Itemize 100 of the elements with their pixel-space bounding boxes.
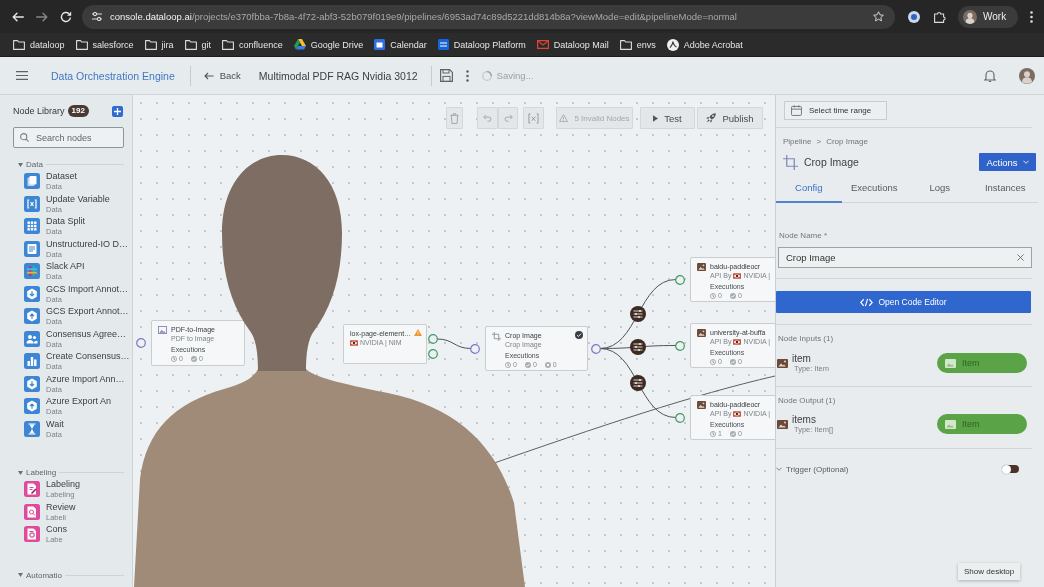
grid-icon [24, 218, 40, 235]
bookmark-link[interactable]: git [184, 39, 212, 50]
node-type-name[interactable]: GCS Import Annot… [46, 283, 129, 295]
forward-arrow-icon[interactable] [36, 11, 48, 22]
bookmark-link[interactable]: Google Drive [293, 39, 364, 50]
clock-icon [710, 431, 716, 437]
save-status: Saving... [496, 70, 534, 81]
node-type-name[interactable]: Data Split [46, 216, 86, 228]
node-type-name[interactable]: Wait [46, 418, 64, 430]
panel-title: Node Library [13, 106, 65, 116]
node-type-name[interactable]: Slack API [46, 261, 85, 273]
bookmark-link[interactable]: Calendar [374, 39, 427, 50]
bookmark-link[interactable]: Dataloop Platform [437, 39, 526, 50]
bookmark-link[interactable]: dataloop [13, 39, 65, 50]
sliders-icon[interactable] [630, 306, 646, 322]
select-time-range-button[interactable]: Select time range [784, 101, 887, 120]
variable-icon [24, 195, 40, 212]
section-title[interactable]: Data [26, 160, 43, 169]
clear-icon[interactable] [1017, 254, 1024, 261]
folder-icon [184, 39, 197, 50]
node-type-name[interactable]: Unstructured-IO D… [46, 238, 129, 250]
menu-icon[interactable] [16, 71, 28, 80]
save-icon[interactable] [439, 69, 453, 82]
check-circle-icon [524, 362, 531, 368]
bookmark-link[interactable]: Dataloop Mail [536, 39, 609, 50]
breadcrumb-link[interactable]: Pipeline [783, 137, 812, 146]
node-type-name[interactable]: Update Variable [46, 193, 110, 205]
round-extension-icon[interactable] [908, 10, 920, 23]
trigger-toggle[interactable] [1003, 465, 1019, 473]
sliders-icon[interactable] [630, 339, 646, 355]
search-field[interactable]: Search nodes [13, 127, 124, 148]
profile-button[interactable]: Work [958, 5, 1018, 28]
round-logo-icon [666, 38, 679, 51]
node-type-name[interactable]: Azure Import Ann… [46, 373, 125, 385]
address-bar[interactable]: console.dataloop.ai/projects/e370fbba-7b8a-4f72-abf3-52b079f019e9/pipelines/6953ad74c89d5221dd814b8a?viewMode=edit&pipelineMode=normal [82, 4, 895, 29]
bookmark-link[interactable]: jira [144, 39, 174, 50]
back-arrow-icon[interactable] [12, 11, 24, 22]
undo-icon [483, 114, 492, 122]
bookmark-link[interactable]: envs [619, 39, 656, 50]
bookmark-link[interactable]: salesforce [75, 39, 134, 50]
section-title[interactable]: Automatio [26, 570, 63, 580]
warning-icon [559, 114, 569, 122]
section-title[interactable]: Labeling [26, 468, 57, 477]
tooltip: Show desktop [958, 563, 1021, 580]
caret-icon[interactable] [18, 470, 23, 475]
port-type-indicator: Item [937, 414, 1027, 434]
node-name-field[interactable]: Crop Image [778, 247, 1032, 268]
code-icon [860, 297, 874, 307]
publish-button[interactable]: Publish [697, 107, 763, 129]
sliders-icon[interactable] [630, 375, 646, 391]
node-type-name[interactable]: Create Consensus… [46, 351, 130, 363]
actions-button[interactable]: Actions [979, 153, 1036, 171]
app-title-link[interactable]: Data Orchestration Engine [51, 69, 175, 82]
node-type-name[interactable]: Cons [46, 524, 67, 536]
hash-logo-icon [24, 263, 40, 280]
kebab-menu-icon[interactable] [465, 69, 469, 82]
node-type-name[interactable]: Consensus Agree… [46, 328, 127, 340]
panel-tab[interactable]: Logs [907, 174, 973, 203]
clock-icon [710, 293, 716, 299]
port-icon[interactable] [136, 338, 146, 348]
puzzle-icon[interactable] [934, 10, 946, 23]
calendar-icon [791, 105, 802, 116]
crop-icon [783, 154, 798, 170]
panel-tab[interactable]: Config [776, 174, 842, 203]
avatar-icon[interactable] [963, 9, 977, 24]
bookmark-link[interactable]: confluence [222, 39, 283, 50]
breadcrumb-separator: > [816, 137, 822, 146]
test-button[interactable]: Test [640, 107, 695, 129]
open-code-editor-button[interactable]: Open Code Editor [776, 291, 1031, 313]
add-node-button[interactable] [112, 105, 123, 117]
kebab-menu-icon[interactable] [1030, 10, 1033, 23]
bell-icon[interactable] [984, 69, 996, 82]
node-type-name[interactable]: Azure Export An [46, 396, 112, 408]
bookmark-link[interactable]: Adobe Acrobat [666, 38, 743, 51]
back-button[interactable]: Back [203, 70, 241, 81]
port-icon[interactable] [675, 274, 685, 285]
clock-icon [171, 356, 177, 362]
port-type-indicator: Item [937, 353, 1027, 373]
node-type-name[interactable]: Review [46, 501, 76, 513]
redo-icon [503, 114, 513, 122]
node-type-name[interactable]: Labeling [46, 479, 81, 491]
caret-icon[interactable] [18, 573, 23, 577]
star-icon[interactable] [873, 11, 884, 22]
chevron-down-icon[interactable] [776, 467, 782, 471]
back-arrow-icon [203, 71, 214, 80]
port-icon[interactable] [675, 412, 685, 423]
node-type-name[interactable]: Dataset [46, 171, 78, 183]
user-avatar[interactable] [1019, 67, 1035, 84]
port-icon[interactable] [591, 343, 601, 354]
node-type-name[interactable]: GCS Export Annot… [46, 306, 129, 318]
port-icon[interactable] [675, 340, 685, 351]
caret-icon[interactable] [18, 162, 23, 167]
panel-tab[interactable]: Executions [841, 174, 907, 203]
panel-tab[interactable]: Instances [972, 174, 1038, 203]
sliders-icon[interactable] [92, 12, 102, 21]
reload-icon[interactable] [60, 10, 72, 23]
breadcrumb-link[interactable]: Crop Image [826, 137, 868, 146]
field-label: Node Name * [779, 231, 829, 240]
image-icon [697, 329, 706, 337]
port-icon[interactable] [470, 343, 480, 354]
